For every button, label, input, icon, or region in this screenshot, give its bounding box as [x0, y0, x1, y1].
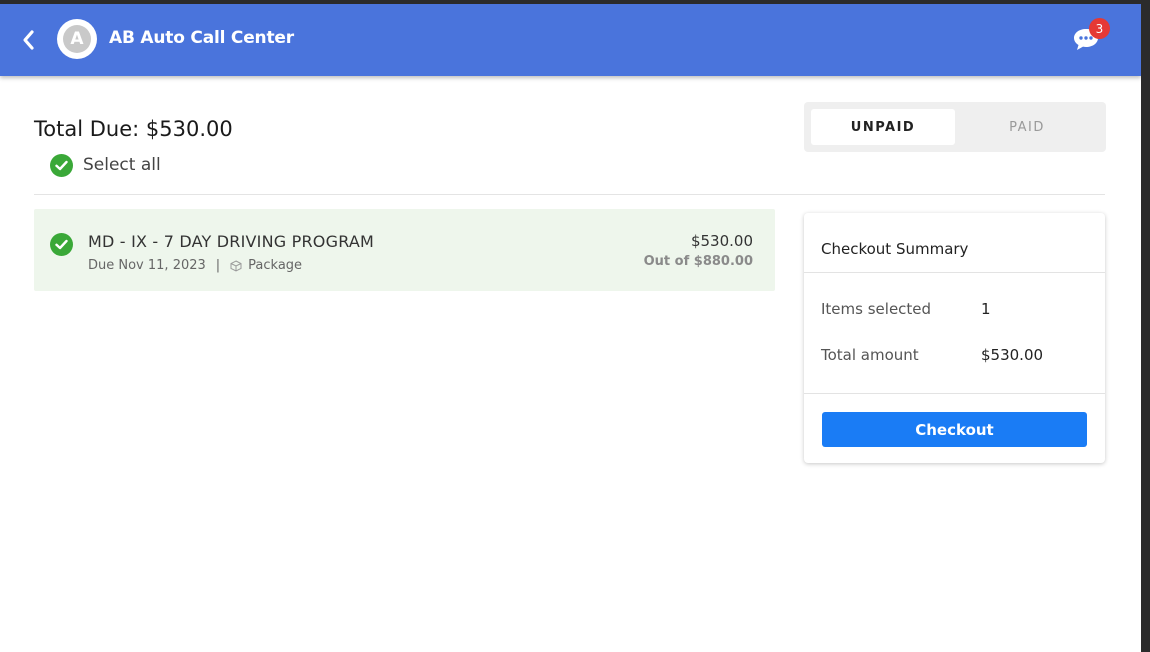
logo-letter: A: [63, 25, 91, 53]
select-all-checkbox[interactable]: Select all: [50, 153, 161, 177]
checkout-button[interactable]: Checkout: [822, 412, 1087, 447]
chat-notification-badge: 3: [1089, 18, 1110, 39]
total-amount-value: $530.00: [981, 346, 1044, 364]
check-circle-icon[interactable]: [50, 233, 73, 256]
app-logo: A: [57, 19, 97, 59]
select-all-label: Select all: [83, 155, 161, 175]
tab-paid[interactable]: PAID: [955, 109, 1099, 145]
items-selected-label: Items selected: [821, 300, 932, 318]
divider: [34, 194, 1105, 195]
items-selected-value: 1: [981, 300, 991, 318]
item-amount: $530.00: [690, 232, 753, 250]
app-title: AB Auto Call Center: [109, 28, 294, 48]
item-title: MD - IX - 7 DAY DRIVING PROGRAM: [88, 232, 375, 251]
list-item[interactable]: MD - IX - 7 DAY DRIVING PROGRAM Due Nov …: [34, 209, 775, 291]
app-header: A AB Auto Call Center 3: [0, 4, 1141, 76]
total-due: Total Due: $530.00: [34, 117, 233, 141]
divider: [804, 393, 1105, 394]
meta-separator: |: [215, 258, 221, 273]
check-circle-icon: [50, 153, 73, 177]
back-button[interactable]: [14, 25, 44, 55]
app-window: A AB Auto Call Center 3 Total Due: $530.…: [0, 4, 1141, 652]
checkout-summary-card: Checkout Summary Items selected 1 Total …: [804, 213, 1105, 463]
summary-title: Checkout Summary: [821, 240, 969, 258]
chevron-left-icon: [23, 30, 34, 50]
payment-status-tabs: UNPAID PAID: [804, 102, 1106, 152]
item-due-date: Due Nov 11, 2023: [88, 258, 206, 273]
package-box-icon: [230, 259, 242, 272]
tab-unpaid[interactable]: UNPAID: [811, 109, 955, 145]
item-meta: Due Nov 11, 2023 | Package: [88, 258, 302, 273]
item-out-of: Out of $880.00: [643, 254, 753, 269]
total-amount-label: Total amount: [821, 346, 919, 364]
item-type: Package: [248, 258, 303, 273]
divider: [804, 272, 1105, 273]
